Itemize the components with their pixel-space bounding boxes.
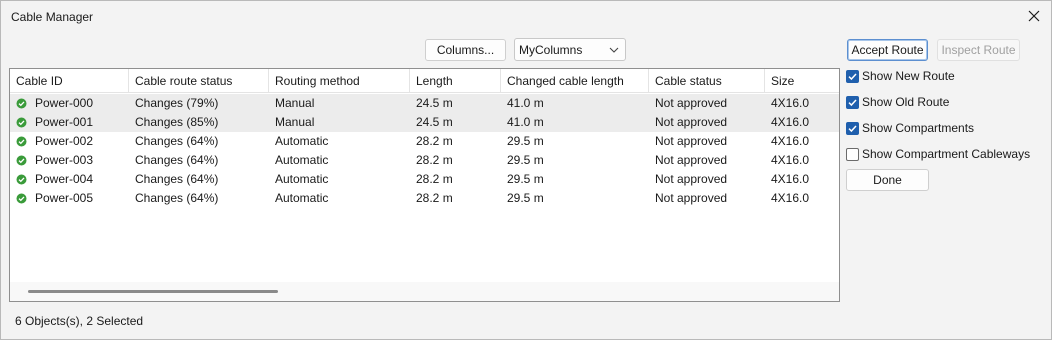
cell-size: 4X16.0 [771, 191, 810, 205]
checkmark-icon [848, 72, 857, 80]
cell-route-status: Changes (85%) [135, 115, 219, 129]
checkbox-label: Show Old Route [862, 95, 950, 109]
title-bar: Cable Manager [1, 1, 1051, 33]
cell-length: 28.2 m [416, 153, 453, 167]
check-circle-icon [16, 98, 27, 109]
cell-route-status: Changes (64%) [135, 191, 219, 205]
cell-size: 4X16.0 [771, 96, 810, 110]
cell-cable-status: Not approved [655, 96, 728, 110]
checkmark-icon [848, 124, 857, 132]
checkbox-label: Show Compartments [862, 121, 975, 135]
column-set-dropdown[interactable]: MyColumns [514, 38, 626, 61]
option-show-compartments[interactable]: Show Compartments [846, 119, 974, 137]
option-show-new-route[interactable]: Show New Route [846, 67, 955, 85]
cell-changed-length: 41.0 m [507, 115, 544, 129]
cell-changed-length: 29.5 m [507, 153, 544, 167]
check-circle-icon [16, 136, 27, 147]
cell-cable-id: Power-003 [35, 153, 94, 167]
cell-cable-status: Not approved [655, 172, 728, 186]
table-row[interactable]: Power-004 Changes (64%) Automatic 28.2 m 29.… [10, 170, 839, 189]
cell-changed-length: 29.5 m [507, 172, 544, 186]
column-header-routing-method[interactable]: Routing method [269, 69, 410, 93]
check-circle-icon [16, 193, 27, 204]
table-header: Cable ID Cable route status Routing meth… [10, 69, 839, 93]
cell-cable-id: Power-005 [35, 191, 94, 205]
table-row[interactable]: Power-003 Changes (64%) Automatic 28.2 m 29.… [10, 151, 839, 170]
accept-route-button[interactable]: Accept Route [847, 39, 928, 61]
cell-length: 28.2 m [416, 191, 453, 205]
done-button[interactable]: Done [846, 169, 929, 191]
cell-route-status: Changes (64%) [135, 134, 219, 148]
scrollbar-thumb[interactable] [28, 290, 278, 293]
status-bar-text: 6 Objects(s), 2 Selected [15, 314, 144, 328]
checkbox-label: Show Compartment Cableways [862, 147, 1031, 161]
checkbox[interactable] [846, 121, 859, 135]
checkbox[interactable] [846, 69, 859, 83]
cell-routing-method: Manual [275, 96, 315, 110]
cell-route-status: Changes (64%) [135, 153, 219, 167]
cell-route-status: Changes (79%) [135, 96, 219, 110]
option-show-compartment-cableways[interactable]: Show Compartment Cableways [846, 145, 1030, 163]
table-row[interactable]: Power-002 Changes (64%) Automatic 28.2 m 29.… [10, 132, 839, 151]
option-show-old-route[interactable]: Show Old Route [846, 93, 949, 111]
window-title: Cable Manager [11, 10, 94, 24]
chevron-down-icon [609, 47, 619, 53]
checkbox[interactable] [846, 95, 859, 109]
column-header-cable-id[interactable]: Cable ID [10, 69, 129, 93]
column-header-changed-length[interactable]: Changed cable length [501, 69, 649, 93]
check-circle-icon [16, 174, 27, 185]
cell-cable-id: Power-004 [35, 172, 94, 186]
cell-cable-id: Power-002 [35, 134, 94, 148]
cable-manager-window: Cable Manager Columns... MyColumns Cable… [0, 0, 1052, 340]
cell-changed-length: 41.0 m [507, 96, 544, 110]
cell-cable-id: Power-001 [35, 115, 94, 129]
cell-cable-status: Not approved [655, 115, 728, 129]
close-icon [1028, 10, 1040, 22]
checkbox-label: Show New Route [862, 69, 955, 83]
cable-table[interactable]: Cable ID Cable route status Routing meth… [9, 68, 840, 302]
cell-size: 4X16.0 [771, 134, 810, 148]
checkmark-icon [848, 98, 857, 106]
column-header-cable-status[interactable]: Cable status [649, 69, 765, 93]
table-row[interactable]: Power-005 Changes (64%) Automatic 28.2 m 29.… [10, 189, 839, 208]
close-button[interactable] [1023, 5, 1045, 27]
cell-length: 28.2 m [416, 172, 453, 186]
cell-size: 4X16.0 [771, 115, 810, 129]
cell-length: 28.2 m [416, 134, 453, 148]
cell-routing-method: Automatic [275, 191, 329, 205]
inspect-route-button[interactable]: Inspect Route [937, 39, 1020, 61]
column-header-route-status[interactable]: Cable route status [129, 69, 269, 93]
checkbox[interactable] [846, 147, 859, 161]
table-row[interactable]: Power-001 Changes (85%) Manual 24.5 m 41.0 m… [10, 113, 839, 132]
cell-routing-method: Automatic [275, 153, 329, 167]
cell-routing-method: Automatic [275, 172, 329, 186]
check-circle-icon [16, 117, 27, 128]
cell-cable-status: Not approved [655, 191, 728, 205]
horizontal-scrollbar[interactable] [10, 282, 839, 301]
column-header-length[interactable]: Length [410, 69, 501, 93]
columns-button[interactable]: Columns... [425, 39, 506, 61]
cell-size: 4X16.0 [771, 153, 810, 167]
column-header-size[interactable]: Size [765, 69, 839, 93]
column-set-value: MyColumns [519, 43, 583, 57]
cell-cable-status: Not approved [655, 153, 728, 167]
cell-cable-id: Power-000 [35, 96, 94, 110]
cell-length: 24.5 m [416, 115, 453, 129]
cell-changed-length: 29.5 m [507, 191, 544, 205]
cell-route-status: Changes (64%) [135, 172, 219, 186]
table-row[interactable]: Power-000 Changes (79%) Manual 24.5 m 41.0 m… [10, 94, 839, 113]
cell-size: 4X16.0 [771, 172, 810, 186]
cell-cable-status: Not approved [655, 134, 728, 148]
cell-routing-method: Manual [275, 115, 315, 129]
check-circle-icon [16, 155, 27, 166]
cell-changed-length: 29.5 m [507, 134, 544, 148]
cell-routing-method: Automatic [275, 134, 329, 148]
cell-length: 24.5 m [416, 96, 453, 110]
